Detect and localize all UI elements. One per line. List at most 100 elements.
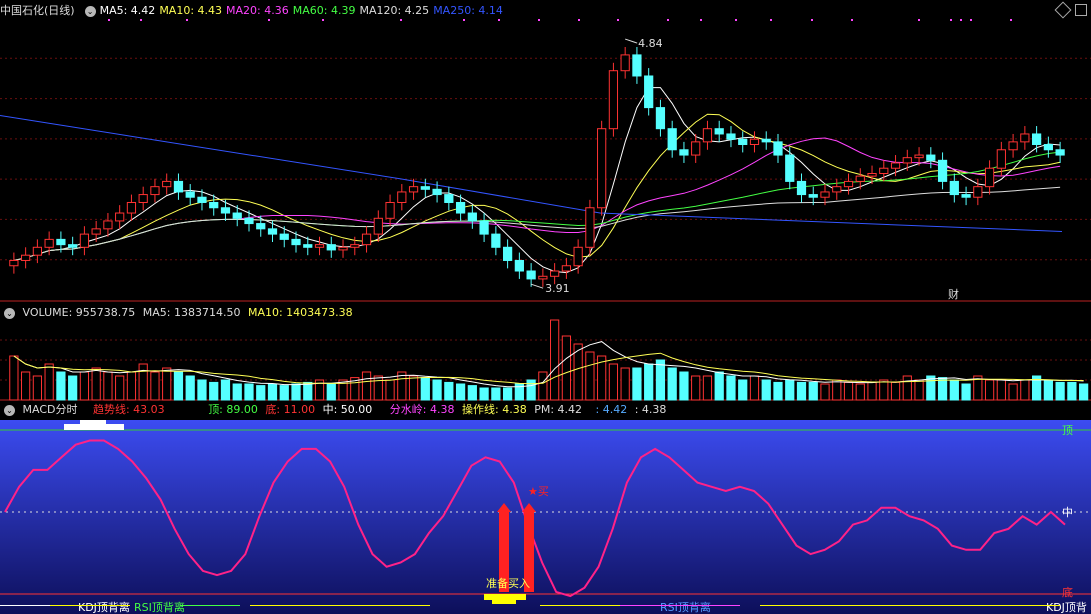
divergence-strip: [540, 605, 620, 606]
volume-bar-down: [655, 359, 666, 401]
volume-bar-down: [632, 367, 642, 401]
chart-title: 中国石化(日线): [0, 4, 75, 17]
candle-down: [444, 194, 454, 203]
event-dot: [186, 19, 188, 21]
v1-value: : 4.42: [595, 403, 628, 416]
event-dot: [268, 19, 270, 21]
candle-down: [714, 128, 724, 135]
volume-bar-up: [890, 381, 901, 401]
price-collapse-button[interactable]: ⌄: [84, 5, 96, 17]
volume-bar-up: [855, 383, 865, 401]
volume-bar-down: [197, 379, 207, 401]
candle-up: [1020, 133, 1030, 143]
volume-bar-up: [620, 367, 630, 401]
volume-bar-up: [608, 363, 619, 401]
volume-title: VOLUME: 955738.75: [22, 306, 136, 319]
volume-bar-down: [937, 377, 948, 401]
ma-legend-item: MA20: 4.36: [226, 4, 289, 17]
volume-bar-up: [103, 371, 113, 401]
volume-bar-up: [1020, 379, 1030, 401]
candle-down: [937, 159, 948, 182]
volume-bar-down: [420, 377, 430, 401]
volume-bar-down: [68, 375, 78, 401]
volume-bar-down: [808, 381, 818, 401]
volume-bar-up: [21, 371, 31, 401]
candle-up: [32, 246, 43, 256]
indicator-collapse-button[interactable]: ⌄: [4, 404, 15, 416]
ma-line: [13, 137, 1061, 261]
kdj-divergence-left: KDJ顶背离: [78, 600, 130, 614]
volume-bar-down: [667, 367, 677, 401]
candle-down: [785, 154, 795, 182]
candle-down: [738, 138, 748, 146]
candle-up: [620, 54, 630, 72]
watershed-value: 分水岭: 4.38: [389, 403, 455, 416]
divergence-strip: [180, 605, 240, 606]
candle-down: [56, 238, 66, 246]
volume-bar-down: [455, 383, 466, 401]
candle-down: [455, 201, 466, 214]
candle-down: [644, 75, 654, 109]
candle-up: [867, 172, 877, 177]
candle-up: [691, 141, 701, 156]
candle-up: [385, 201, 395, 219]
event-dot: [498, 19, 500, 21]
candle-down: [197, 196, 207, 203]
candle-down: [303, 244, 313, 248]
event-dot: [970, 19, 972, 21]
volume-bar-down: [644, 363, 654, 401]
candle-down: [220, 207, 231, 214]
volume-bar-up: [749, 375, 760, 401]
candle-down: [926, 154, 936, 161]
top-cap-peak: [80, 420, 106, 424]
candle-down: [432, 188, 442, 196]
volume-ma10: MA10: 1403473.38: [247, 306, 353, 319]
candle-up: [608, 70, 619, 130]
candle-down: [68, 244, 78, 248]
candle-down: [267, 228, 278, 235]
event-dot: [400, 19, 402, 21]
mid-tag: 中: [1062, 506, 1073, 519]
volume-bar-down: [256, 385, 266, 401]
volume-collapse-button[interactable]: ⌄: [4, 307, 15, 319]
ma-legend-item: MA10: 4.43: [159, 4, 223, 17]
volume-bar-up: [385, 379, 395, 401]
candles[interactable]: [9, 46, 1065, 287]
volume-bar-down: [291, 383, 301, 401]
event-dot: [108, 19, 110, 21]
indicator-title: MACD分时: [22, 403, 78, 416]
event-dot: [667, 19, 669, 21]
volume-bar-down: [432, 379, 442, 401]
divergence-strip: [0, 605, 50, 606]
rsi-divergence-mid: RSI顶背离: [660, 600, 711, 614]
candle-up: [138, 194, 148, 203]
volume-bar-down: [467, 385, 477, 401]
candle-up: [561, 265, 572, 272]
volume-bar-up: [984, 379, 995, 401]
ma-legend-item: MA5: 4.42: [99, 4, 156, 17]
candle-down: [185, 191, 195, 198]
candle-up: [397, 191, 407, 203]
candle-down: [1031, 133, 1042, 146]
bottom-value: 底: 11.00: [265, 403, 316, 416]
volume-bar-down: [761, 379, 771, 401]
candle-up: [855, 175, 865, 182]
candle-down: [796, 180, 807, 196]
volume-bar-down: [714, 371, 724, 401]
volume-bar-down: [479, 387, 489, 401]
event-dot: [617, 19, 619, 21]
bottom-cap: [484, 594, 526, 600]
volume-bar-down: [796, 381, 807, 401]
volume-bar-down: [726, 375, 736, 401]
candle-down: [291, 238, 301, 246]
event-dot: [538, 19, 540, 21]
ma-legend: MA5: 4.42 MA10: 4.43 MA20: 4.36 MA60: 4.39 M…: [100, 4, 507, 17]
volume-bar-up: [691, 375, 701, 401]
ma-line: [13, 151, 1061, 261]
volume-bar-down: [773, 381, 783, 401]
finance-marker: 财: [948, 287, 959, 301]
candle-up: [1008, 141, 1018, 151]
volume-bar-up: [702, 375, 713, 401]
candle-up: [597, 128, 607, 209]
prepare-buy-label: 准备买入: [486, 576, 530, 590]
